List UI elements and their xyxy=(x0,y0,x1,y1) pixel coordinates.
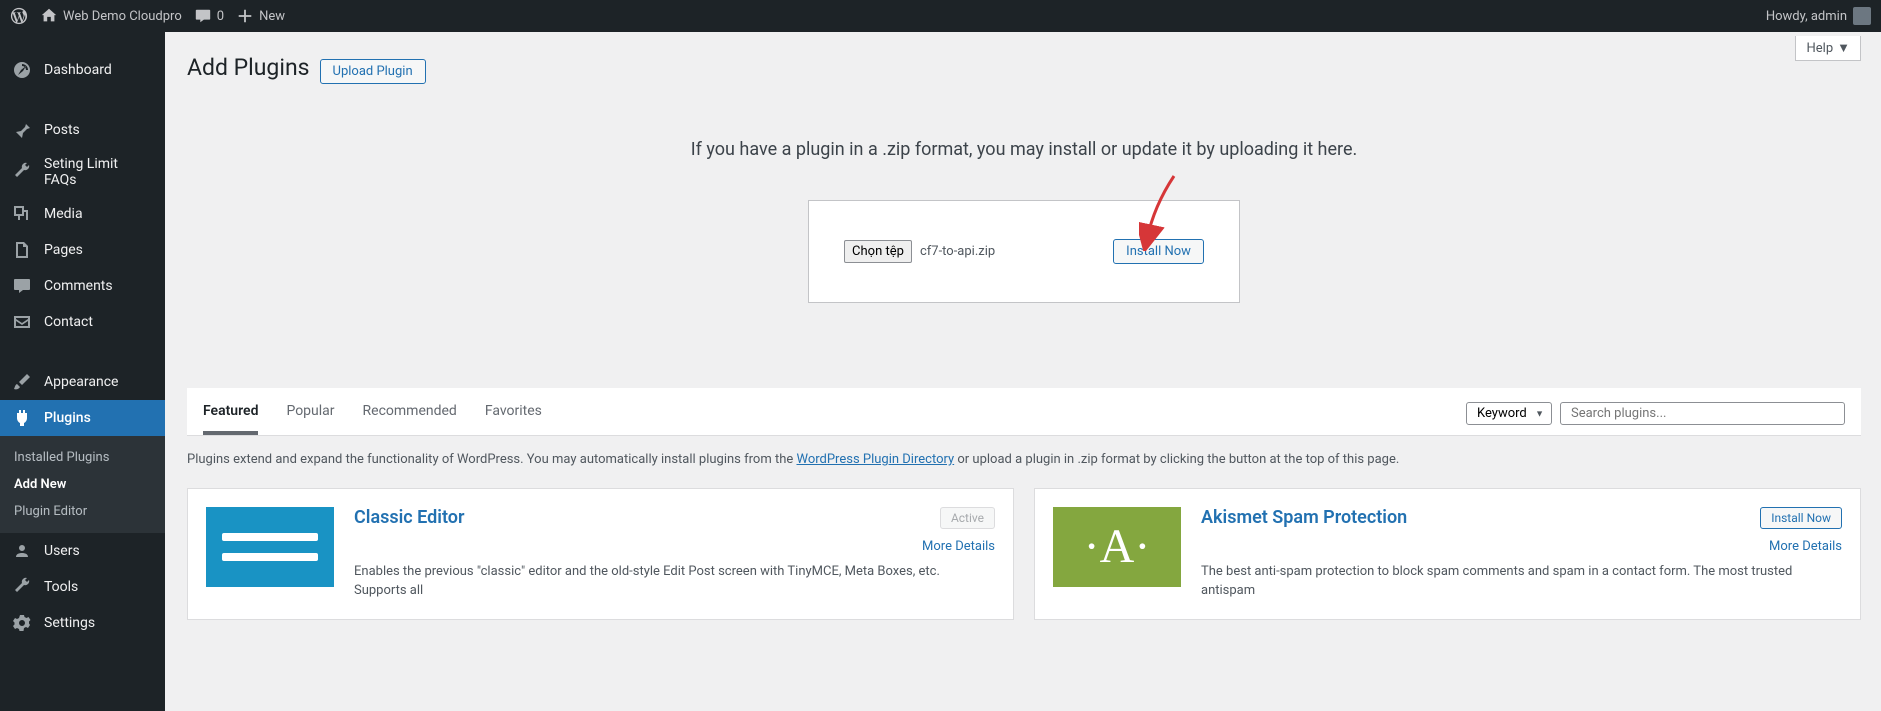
home-icon xyxy=(40,7,58,25)
submenu-plugin-editor[interactable]: Plugin Editor xyxy=(0,498,165,525)
sidebar-item-plugins[interactable]: Plugins xyxy=(0,400,165,436)
plus-icon xyxy=(236,7,254,25)
help-label: Help xyxy=(1806,41,1833,56)
plugin-description: The best anti-spam protection to block s… xyxy=(1201,562,1842,601)
wordpress-icon xyxy=(10,7,28,25)
avatar xyxy=(1853,7,1871,25)
sidebar-item-pages[interactable]: Pages xyxy=(0,232,165,268)
file-name: cf7-to-api.zip xyxy=(920,244,995,259)
tab-featured[interactable]: Featured xyxy=(203,403,258,435)
sidebar-item-dashboard[interactable]: Dashboard xyxy=(0,52,165,88)
site-link[interactable]: Web Demo Cloudpro xyxy=(40,7,182,25)
plugin-card: ·A· Akismet Spam Protection Install Now … xyxy=(1034,488,1861,620)
comment-icon xyxy=(12,276,32,296)
new-link[interactable]: New xyxy=(236,7,285,25)
page-icon xyxy=(12,240,32,260)
sidebar-item-label: Users xyxy=(44,543,80,559)
tab-recommended[interactable]: Recommended xyxy=(363,403,457,434)
sidebar-item-label: Pages xyxy=(44,242,83,258)
sidebar-item-comments[interactable]: Comments xyxy=(0,268,165,304)
tools-icon xyxy=(12,577,32,597)
choose-file-button[interactable]: Chọn tệp xyxy=(844,240,912,263)
filter-tabs: Featured Popular Recommended Favorites xyxy=(203,403,542,434)
search-input[interactable] xyxy=(1560,402,1845,425)
sidebar-item-label: Seting Limit FAQs xyxy=(44,156,153,188)
sidebar-item-contact[interactable]: Contact xyxy=(0,304,165,340)
plugin-icon-akismet: ·A· xyxy=(1053,507,1181,587)
help-tab[interactable]: Help ▼ xyxy=(1795,36,1861,61)
sidebar-item-settings[interactable]: Settings xyxy=(0,605,165,641)
plugin-title[interactable]: Akismet Spam Protection xyxy=(1201,507,1407,528)
sidebar-item-label: Contact xyxy=(44,314,93,330)
media-icon xyxy=(12,204,32,224)
sidebar-item-label: Dashboard xyxy=(44,62,112,78)
sidebar-item-label: Settings xyxy=(44,615,95,631)
sidebar-item-label: Media xyxy=(44,206,83,222)
chevron-down-icon: ▼ xyxy=(1837,40,1850,56)
submenu-installed-plugins[interactable]: Installed Plugins xyxy=(0,444,165,471)
wrench-icon xyxy=(12,162,32,182)
sidebar-item-label: Appearance xyxy=(44,374,118,390)
install-now-button[interactable]: Install Now xyxy=(1760,507,1842,529)
plugin-icon-classic-editor xyxy=(206,507,334,587)
wp-logo[interactable] xyxy=(10,7,28,25)
tab-popular[interactable]: Popular xyxy=(286,403,334,434)
upload-plugin-button[interactable]: Upload Plugin xyxy=(320,59,426,84)
plugin-icon xyxy=(12,408,32,428)
admin-sidebar: Dashboard Posts Seting Limit FAQs Media … xyxy=(0,32,165,711)
plugin-description: Enables the previous "classic" editor an… xyxy=(354,562,995,601)
sidebar-item-tools[interactable]: Tools xyxy=(0,569,165,605)
plugin-directory-link[interactable]: WordPress Plugin Directory xyxy=(796,452,954,467)
sidebar-item-label: Plugins xyxy=(44,410,91,426)
more-details-link[interactable]: More Details xyxy=(922,539,995,554)
main-content: Help ▼ Add Plugins Upload Plugin If you … xyxy=(165,32,1881,711)
more-details-link[interactable]: More Details xyxy=(1769,539,1842,554)
sidebar-item-faqs[interactable]: Seting Limit FAQs xyxy=(0,148,165,196)
submenu-add-new[interactable]: Add New xyxy=(0,471,165,498)
plugin-status-active: Active xyxy=(940,507,995,529)
comments-link[interactable]: 0 xyxy=(194,7,224,25)
dashboard-icon xyxy=(12,60,32,80)
plugins-submenu: Installed Plugins Add New Plugin Editor xyxy=(0,436,165,533)
account-menu[interactable]: Howdy, admin xyxy=(1766,7,1871,25)
mail-icon xyxy=(12,312,32,332)
site-name: Web Demo Cloudpro xyxy=(63,9,182,24)
settings-icon xyxy=(12,613,32,633)
tab-favorites[interactable]: Favorites xyxy=(485,403,542,434)
arrow-annotation xyxy=(1139,171,1189,251)
pin-icon xyxy=(12,120,32,140)
sidebar-item-label: Posts xyxy=(44,122,80,138)
sidebar-item-appearance[interactable]: Appearance xyxy=(0,364,165,400)
comment-icon xyxy=(194,7,212,25)
sidebar-item-label: Comments xyxy=(44,278,113,294)
admin-topbar: Web Demo Cloudpro 0 New Howdy, admin xyxy=(0,0,1881,32)
page-title: Add Plugins xyxy=(187,54,310,81)
comments-count: 0 xyxy=(217,9,224,24)
sidebar-item-label: Tools xyxy=(44,579,78,595)
plugin-title[interactable]: Classic Editor xyxy=(354,507,464,528)
brush-icon xyxy=(12,372,32,392)
search-type-select[interactable]: Keyword xyxy=(1466,402,1552,425)
new-label: New xyxy=(259,9,285,24)
upload-box: Chọn tệp cf7-to-api.zip Install Now xyxy=(808,200,1240,303)
sidebar-item-media[interactable]: Media xyxy=(0,196,165,232)
upload-instruction: If you have a plugin in a .zip format, y… xyxy=(187,139,1861,160)
howdy-text: Howdy, admin xyxy=(1766,9,1847,24)
directory-description: Plugins extend and expand the functional… xyxy=(187,450,1861,470)
users-icon xyxy=(12,541,32,561)
plugin-card: Classic Editor Active More Details Enabl… xyxy=(187,488,1014,620)
sidebar-item-users[interactable]: Users xyxy=(0,533,165,569)
sidebar-item-posts[interactable]: Posts xyxy=(0,112,165,148)
